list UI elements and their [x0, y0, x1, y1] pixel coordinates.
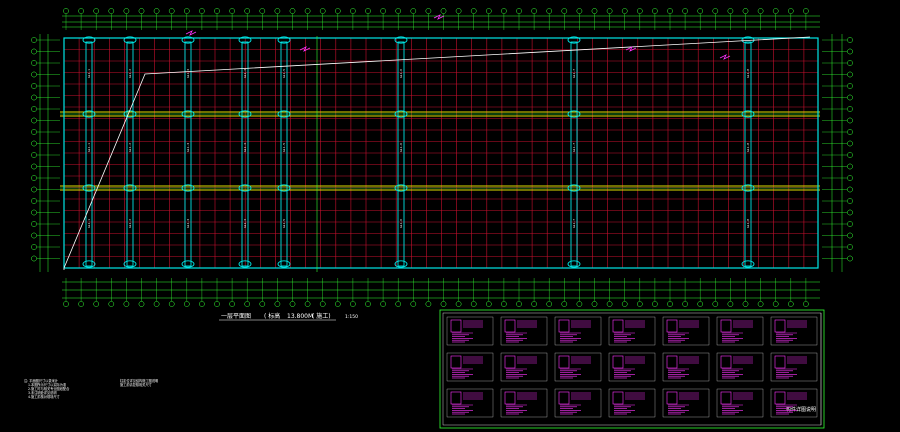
- column-label: GL1-6: [399, 69, 403, 78]
- cad-drawing-canvas: GL1-1 GL1-1 GL1-1 GL1-2 GL1-2 GL1-2 GL1-3 GL1-3…: [0, 0, 900, 432]
- column-label: GL1-6: [399, 219, 403, 228]
- column-label: GL1-7: [572, 219, 576, 228]
- elevation-label: ( 标高: [264, 312, 280, 320]
- elevation-suffix: ( 施工): [312, 312, 331, 320]
- elevation-value: 13.800M: [287, 313, 313, 320]
- plan-title: 一层平面图: [221, 313, 251, 320]
- column-label: GL1-1: [87, 69, 91, 78]
- column-label: GL1-1: [87, 143, 91, 152]
- column-label: GL1-4: [243, 69, 247, 78]
- column-label: GL1-8: [746, 143, 750, 152]
- scale-label: 1:150: [345, 314, 358, 320]
- column-label: GL1-5: [282, 69, 286, 78]
- column-label: GL1-2: [128, 69, 132, 78]
- background: [0, 0, 900, 432]
- column-label: GL1-3: [186, 219, 190, 228]
- column-label: GL1-3: [186, 69, 190, 78]
- column-label: GL1-3: [186, 143, 190, 152]
- column-label: GL1-8: [746, 69, 750, 78]
- column-label: GL1-1: [87, 219, 91, 228]
- column-label: GL1-4: [243, 143, 247, 152]
- column-label: GL1-5: [282, 143, 286, 152]
- column-label: GL1-2: [128, 143, 132, 152]
- column-label: GL1-5: [282, 219, 286, 228]
- column-label: GL1-4: [243, 219, 247, 228]
- column-label: GL1-8: [746, 219, 750, 228]
- note-line: 4.施工前核对现场尺寸: [28, 394, 61, 399]
- column-label: GL1-6: [399, 143, 403, 152]
- note-line: 施工前请复核相关尺寸: [120, 382, 153, 387]
- column-label: GL1-7: [572, 69, 576, 78]
- column-label: GL1-2: [128, 219, 132, 228]
- column-label: GL1-7: [572, 143, 576, 152]
